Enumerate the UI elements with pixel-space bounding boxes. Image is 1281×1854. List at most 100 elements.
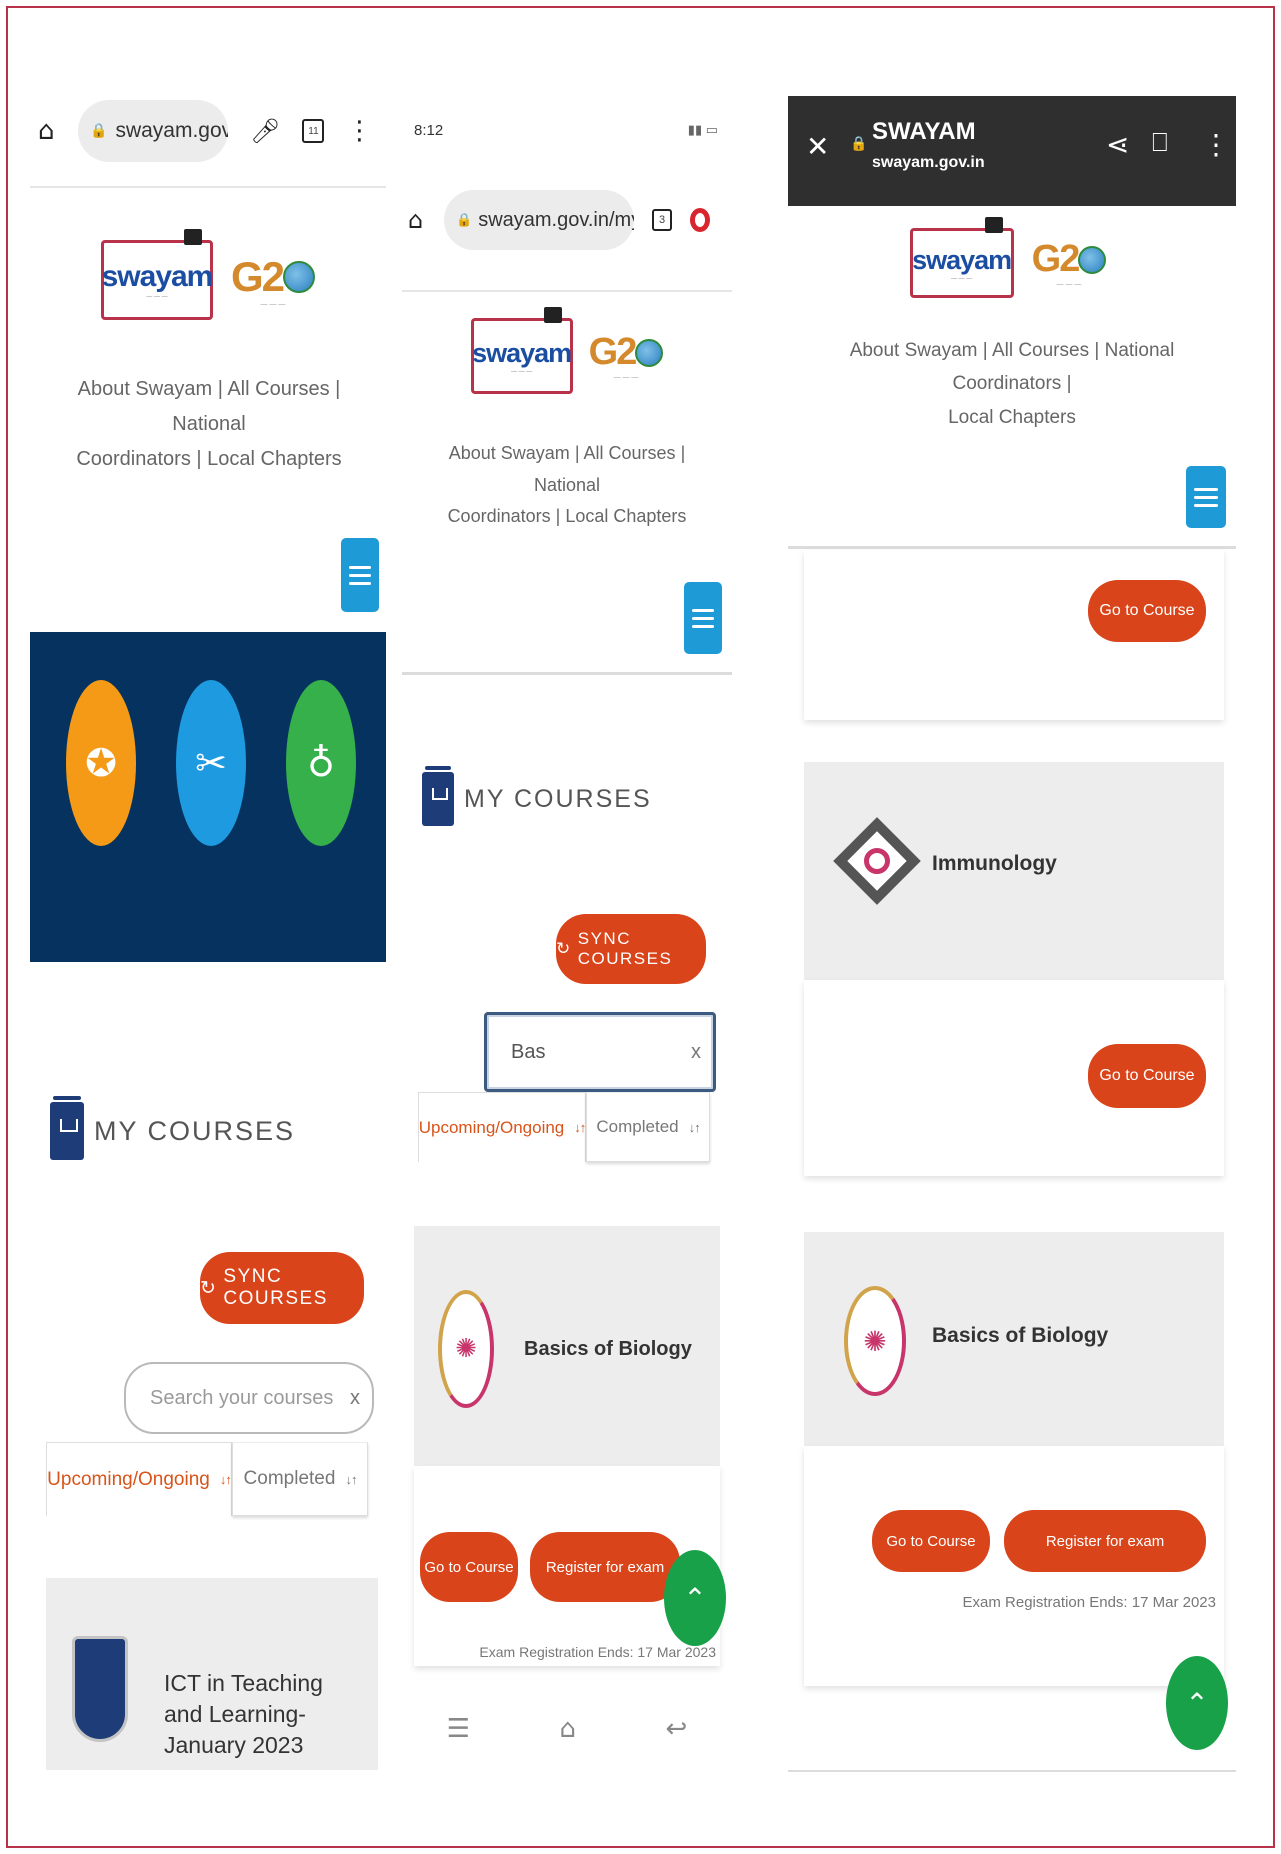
go-to-course-button[interactable]: Go to Course xyxy=(1088,1044,1206,1108)
course-title[interactable]: ICT in Teaching and Learning- January 20… xyxy=(164,1668,364,1761)
course-title[interactable]: Basics of Biology xyxy=(524,1338,692,1361)
phone-screen-1: ⌂ 🔒 swayam.gov.in/n 🎤︎ 11 ⋮ swayam — — —… xyxy=(30,80,386,1770)
sort-icon: ↓↑ xyxy=(688,1119,701,1135)
nav-local-chapters[interactable]: Local Chapters xyxy=(565,506,686,526)
nav-about-swayam[interactable]: About Swayam xyxy=(78,378,213,400)
scroll-top-button[interactable]: ⌃ xyxy=(1166,1656,1228,1750)
url-text: swayam.gov.in/mycours xyxy=(478,208,634,231)
browser-toolbar: ⌂ 🔒 swayam.gov.in/n 🎤︎ 11 ⋮ xyxy=(38,92,378,170)
exam-registration-end: Exam Registration Ends: 17 Mar 2023 xyxy=(479,1644,716,1660)
globe-icon xyxy=(1078,245,1107,274)
bookmark-icon[interactable]: ⎕ xyxy=(1152,128,1168,159)
tab-upcoming-ongoing[interactable]: Upcoming/Ongoing ↓↑ xyxy=(418,1092,586,1162)
mic-icon[interactable]: 🎤︎ xyxy=(250,117,280,145)
tab-upcoming-ongoing[interactable]: Upcoming/Ongoing ↓↑ xyxy=(46,1442,232,1516)
nav-national[interactable]: National xyxy=(534,475,600,495)
more-menu-icon[interactable]: ⋮ xyxy=(1202,128,1230,161)
hamburger-menu-button[interactable] xyxy=(1186,466,1226,528)
course-card: ICT in Teaching and Learning- January 20… xyxy=(46,1578,378,1770)
sync-courses-button[interactable]: ↻ SYNC COURSES xyxy=(200,1252,364,1324)
my-courses-heading: MY COURSES xyxy=(50,1096,295,1160)
grad-cap-icon xyxy=(543,307,562,323)
course-search-input[interactable]: Bas x xyxy=(484,1012,716,1092)
logo-row: swayam — — — G2 — — — xyxy=(888,217,1128,308)
home-nav-icon[interactable]: ⌂ xyxy=(559,1714,576,1744)
course-title[interactable]: Immunology xyxy=(932,852,1057,876)
tab-completed[interactable]: Completed ↓↑ xyxy=(232,1442,368,1516)
hamburger-menu-button[interactable] xyxy=(341,538,379,612)
swayam-logo[interactable]: swayam — — — xyxy=(470,307,573,394)
grad-cap-icon xyxy=(183,229,202,245)
immunology-logo-icon xyxy=(833,817,921,905)
refresh-icon: ↻ xyxy=(556,939,572,958)
clear-search-icon[interactable]: x xyxy=(691,1041,701,1064)
lock-icon: 🔒 xyxy=(90,123,108,139)
course-title[interactable]: Basics of Biology xyxy=(932,1324,1108,1348)
course-card-actions: Go to Course Register for exam Exam Regi… xyxy=(804,1446,1224,1686)
globe-icon xyxy=(635,338,664,367)
nav-about-swayam[interactable]: About Swayam xyxy=(449,443,570,463)
sync-courses-button[interactable]: ↻ SYNC COURSES xyxy=(556,914,706,984)
tab-count-icon[interactable]: 11 xyxy=(302,119,325,143)
nav-coordinators[interactable]: Coordinators xyxy=(76,448,191,470)
nav-coordinators[interactable]: Coordinators xyxy=(448,506,551,526)
lock-icon: 🔒 xyxy=(456,212,473,228)
exam-registration-end: Exam Registration Ends: 17 Mar 2023 xyxy=(962,1594,1216,1611)
nav-all-courses[interactable]: All Courses xyxy=(992,340,1089,361)
go-to-course-button[interactable]: Go to Course xyxy=(420,1532,518,1602)
register-exam-button[interactable]: Register for exam xyxy=(530,1532,680,1602)
back-icon[interactable]: ↩ xyxy=(665,1714,687,1744)
clear-search-icon[interactable]: x xyxy=(350,1387,360,1410)
go-to-course-button[interactable]: Go to Course xyxy=(872,1510,990,1572)
nav-all-courses[interactable]: All Courses xyxy=(584,443,676,463)
address-bar[interactable]: 🔒 swayam.gov.in/mycours xyxy=(444,190,634,250)
course-card: ✺ Basics of Biology xyxy=(804,1232,1224,1446)
refresh-icon: ↻ xyxy=(200,1277,218,1299)
more-menu-icon[interactable]: ⋮ xyxy=(346,116,372,146)
nav-about-swayam[interactable]: About Swayam xyxy=(850,340,978,361)
tab-count-icon[interactable]: 3 xyxy=(652,209,672,231)
logo-tagline: — — — xyxy=(950,275,973,282)
nav-national[interactable]: National xyxy=(172,413,245,435)
address-bar[interactable]: 🔒 swayam.gov.in/n xyxy=(78,100,228,162)
sort-icon: ↓↑ xyxy=(219,1472,232,1487)
g20-logo: G2 — — — xyxy=(589,331,664,381)
custom-tab-toolbar: ✕ 🔒 SWAYAM swayam.gov.in ⋖ ⎕ ⋮ xyxy=(788,96,1236,206)
course-search-input[interactable]: Search your courses x xyxy=(124,1362,374,1434)
tab-completed[interactable]: Completed ↓↑ xyxy=(586,1092,710,1162)
android-nav-bar: ☰ ⌂ ↩ xyxy=(402,1698,732,1760)
logo-row: swayam — — — G2 — — — xyxy=(88,229,328,330)
toolbar-divider xyxy=(30,186,386,188)
opera-icon[interactable] xyxy=(690,208,710,232)
battery-icon: ▮▮ ▭ xyxy=(687,122,718,137)
logo-row: swayam — — — G2 — — — xyxy=(452,306,682,406)
site-url: swayam.gov.in xyxy=(872,154,985,171)
browser-toolbar: ⌂ 🔒 swayam.gov.in/mycours 3 xyxy=(408,182,728,258)
g20-logo: G2 — — — xyxy=(1032,238,1107,288)
course-tabs: Upcoming/Ongoing ↓↑ Completed ↓↑ xyxy=(418,1092,710,1162)
phone-screen-3: ✕ 🔒 SWAYAM swayam.gov.in ⋖ ⎕ ⋮ swayam — … xyxy=(788,96,1236,1786)
swayam-logo[interactable]: swayam — — — xyxy=(909,217,1014,298)
close-icon[interactable]: ✕ xyxy=(806,130,829,163)
logo-tagline: — — — xyxy=(510,368,533,375)
nav-local-chapters[interactable]: Local Chapters xyxy=(207,448,342,470)
logo-tagline: — — — xyxy=(146,294,168,300)
go-to-course-button[interactable]: Go to Course xyxy=(1088,580,1206,642)
archive-box-icon xyxy=(50,1096,84,1160)
nav-local-chapters[interactable]: Local Chapters xyxy=(948,407,1076,428)
hamburger-menu-button[interactable] xyxy=(684,582,722,654)
register-exam-button[interactable]: Register for exam xyxy=(1004,1510,1206,1572)
nav-all-courses[interactable]: All Courses xyxy=(227,378,329,400)
recent-apps-icon[interactable]: ☰ xyxy=(447,1714,470,1744)
scroll-top-button[interactable]: ⌃ xyxy=(664,1550,726,1646)
course-card: ✺ Basics of Biology xyxy=(414,1226,720,1466)
swayam-logo[interactable]: swayam — — — xyxy=(100,229,213,320)
share-icon[interactable]: ⋖ xyxy=(1106,128,1129,161)
hero-banner: ✪ ✂ ♁ xyxy=(30,632,386,962)
globe-icon xyxy=(283,260,316,293)
course-card: Immunology xyxy=(804,762,1224,980)
home-icon[interactable]: ⌂ xyxy=(38,116,72,146)
home-icon[interactable]: ⌂ xyxy=(408,206,438,234)
course-card-actions: Go to Course xyxy=(804,550,1224,720)
course-logo-icon: ✺ xyxy=(438,1290,494,1408)
